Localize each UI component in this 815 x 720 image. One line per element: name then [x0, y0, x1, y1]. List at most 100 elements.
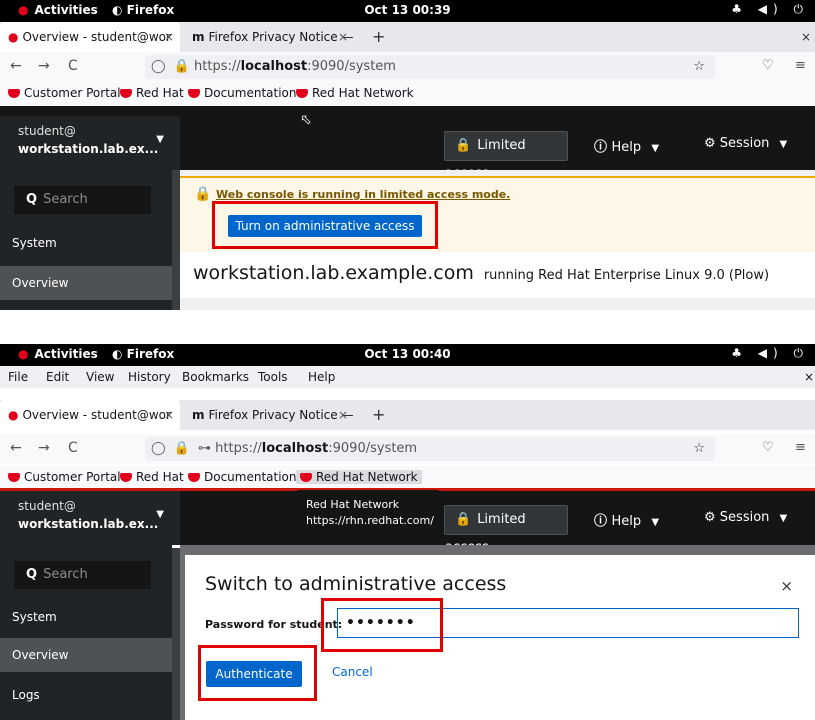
bookmark-star-icon[interactable]: ☆	[693, 437, 705, 461]
tab-overview[interactable]: ● Overview - student@wor ×	[0, 400, 180, 430]
window-close-icon[interactable]: ×	[801, 22, 811, 52]
url-bar[interactable]: ◯ 🔒 https://localhost:9090/system ☆	[145, 55, 715, 79]
bookmark-red-hat-network[interactable]: Red Hat Network	[296, 86, 414, 100]
tab-bar: ● Overview - student@wor × m Firefox Priva…	[0, 22, 815, 52]
tab-overview[interactable]: ● Overview - student@wor ×	[0, 22, 180, 52]
gear-icon: ⚙	[704, 136, 720, 151]
separator	[0, 310, 815, 340]
tab-privacy-notice[interactable]: m Firefox Privacy Notice — ×	[184, 400, 354, 430]
bookmark-documentation[interactable]: Documentation	[188, 86, 297, 100]
back-button[interactable]: ←	[10, 58, 22, 74]
url-bar[interactable]: ◯ 🔒 ⊶ https://localhost:9090/system ☆	[145, 437, 715, 461]
forward-button[interactable]: →	[38, 58, 50, 74]
menu-icon[interactable]: ≡	[795, 58, 806, 73]
menu-file[interactable]: File	[8, 370, 28, 384]
nav-bar: ← → C ◯ 🔒 https://localhost:9090/system …	[0, 52, 815, 82]
redhat-icon	[188, 89, 200, 98]
limited-access-button[interactable]: 🔒Limited access	[444, 505, 568, 555]
bookmark-red-hat[interactable]: Red Hat	[120, 470, 184, 484]
close-tab-icon[interactable]: ×	[164, 400, 174, 430]
highlight-box	[212, 201, 438, 249]
bookmark-customer-portal[interactable]: Customer Portal	[8, 470, 121, 484]
close-tab-icon[interactable]: ×	[164, 22, 174, 52]
bookmark-red-hat-network[interactable]: Red Hat Network	[296, 470, 422, 484]
lock-icon: 🔒	[173, 441, 190, 456]
bookmark-customer-portal[interactable]: Customer Portal	[8, 86, 121, 100]
sidebar-scrollbar[interactable]	[172, 548, 180, 720]
redhat-icon	[188, 473, 200, 482]
session-menu[interactable]: ⚙ Session ▼	[704, 510, 787, 525]
bookmarks-bar: Customer Portal Red Hat Documentation Re…	[0, 466, 815, 490]
close-tab-icon[interactable]: ×	[338, 22, 348, 52]
back-button[interactable]: ←	[10, 440, 22, 456]
firefox-page-icon: m	[192, 30, 205, 44]
caret-down-icon: ▼	[156, 509, 164, 520]
menu-tools[interactable]: Tools	[258, 370, 288, 384]
tab-privacy-notice[interactable]: m Firefox Privacy Notice — ×	[184, 22, 354, 52]
tab-bar: ● Overview - student@wor × m Firefox Priva…	[0, 400, 815, 430]
shield-icon: ◯	[151, 441, 166, 456]
dialog-title: Switch to administrative access	[205, 573, 507, 595]
pocket-icon[interactable]: ♡	[762, 440, 774, 455]
reload-button[interactable]: C	[68, 58, 78, 74]
new-tab-button[interactable]: +	[372, 400, 385, 430]
menu-bookmarks[interactable]: Bookmarks	[182, 370, 249, 384]
redhat-icon	[296, 89, 308, 98]
cancel-button[interactable]: Cancel	[332, 665, 373, 679]
highlight-box	[198, 645, 317, 701]
close-icon[interactable]: ×	[780, 577, 793, 595]
search-icon: Q	[26, 192, 38, 207]
search-input[interactable]: Q Search	[14, 561, 151, 589]
sidebar-scrollbar[interactable]	[172, 170, 180, 310]
clock[interactable]: Oct 13 00:40	[0, 347, 815, 361]
menu-edit[interactable]: Edit	[46, 370, 69, 384]
caret-down-icon: ▼	[779, 513, 788, 524]
highlight-box	[321, 598, 443, 652]
reload-button[interactable]: C	[68, 440, 78, 456]
system-tray[interactable]: ♣ ◀) ⏻	[731, 2, 809, 17]
caret-down-icon: ▼	[156, 134, 164, 145]
bookmark-star-icon[interactable]: ☆	[693, 55, 705, 79]
help-menu[interactable]: ⓘ Help ▼	[594, 510, 659, 529]
help-icon: ⓘ	[594, 514, 612, 529]
lock-icon: 🔒	[455, 512, 472, 527]
lock-icon: 🔒	[455, 138, 472, 153]
mouse-cursor-icon: ⬁	[300, 112, 312, 128]
menu-history[interactable]: History	[128, 370, 171, 384]
search-input[interactable]: Q Search	[14, 186, 151, 214]
sidebar-item-system[interactable]: System	[0, 230, 172, 256]
sidebar-item-system[interactable]: System	[0, 604, 172, 630]
clock[interactable]: Oct 13 00:39	[0, 3, 815, 17]
help-menu[interactable]: ⓘ Help ▼	[594, 136, 659, 155]
new-tab-button[interactable]: +	[372, 22, 385, 52]
host-selector[interactable]: student@ workstation.lab.ex... ▼	[0, 491, 180, 545]
bookmark-red-hat[interactable]: Red Hat	[120, 86, 184, 100]
sidebar-item-overview[interactable]: Overview	[0, 638, 172, 672]
host-selector[interactable]: student@ workstation.lab.ex... ▼	[0, 116, 180, 170]
pocket-icon[interactable]: ♡	[762, 58, 774, 73]
lock-icon: 🔒	[173, 59, 190, 74]
shield-icon: ◯	[151, 59, 166, 74]
window-close-icon[interactable]: ×	[804, 370, 814, 384]
warning-icon: 🔒	[194, 186, 212, 202]
menu-icon[interactable]: ≡	[795, 440, 806, 455]
bookmark-tooltip: Red Hat Network https://rhn.redhat.com/	[296, 490, 440, 538]
bookmark-documentation[interactable]: Documentation	[188, 470, 297, 484]
session-menu[interactable]: ⚙ Session ▼	[704, 136, 787, 151]
menu-view[interactable]: View	[86, 370, 114, 384]
caret-down-icon: ▼	[779, 139, 788, 150]
sidebar-item-overview[interactable]: Overview	[0, 266, 172, 300]
menu-bar: File Edit View History Bookmarks Tools H…	[0, 366, 815, 388]
sidebar-item-logs[interactable]: Logs	[0, 680, 172, 708]
gnome-top-bar: ● Activities ◐ Firefox Oct 13 00:39 ♣ ◀) …	[0, 0, 815, 22]
caret-down-icon: ▼	[651, 143, 660, 154]
limited-access-button[interactable]: 🔒Limited access	[444, 131, 568, 181]
system-tray[interactable]: ♣ ◀) ⏻	[731, 346, 809, 361]
menu-help[interactable]: Help	[308, 370, 335, 384]
close-tab-icon[interactable]: ×	[338, 400, 348, 430]
redhat-icon: ●	[8, 30, 19, 44]
forward-button[interactable]: →	[38, 440, 50, 456]
bookmarks-bar: Customer Portal Red Hat Documentation Re…	[0, 82, 815, 106]
system-title: workstation.lab.example.com running Red H…	[193, 262, 770, 284]
redhat-icon	[120, 473, 132, 482]
